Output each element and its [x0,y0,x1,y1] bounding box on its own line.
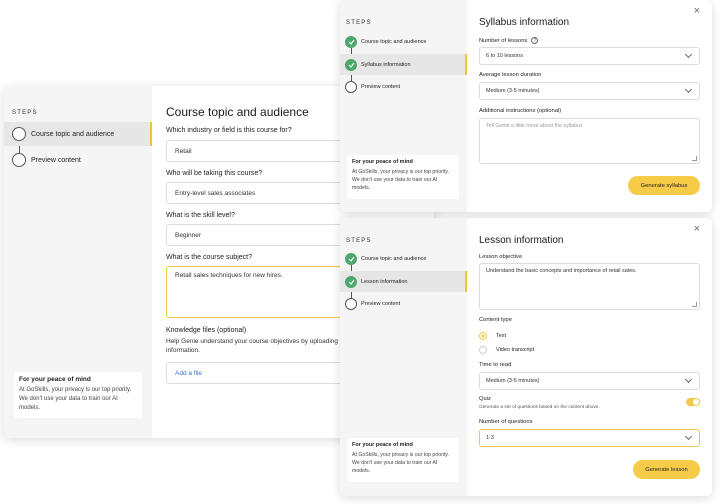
knowledge-help-2: information. [166,347,200,354]
privacy-notice: For your peace of mind At GoSkills, your… [347,155,459,199]
step-label: Lesson information [361,278,408,285]
audience-label: Who will be taking this course? [166,170,263,177]
time-label: Time to read [479,362,512,368]
quiz-toggle[interactable] [686,398,700,406]
lessons-select[interactable]: 6 to 10 lessons [479,47,700,65]
page-title: Course topic and audience [166,105,309,119]
content-type-text-option[interactable]: Text [479,332,506,340]
time-select[interactable]: Medium (3-5 minutes) [479,372,700,390]
step-label: Syllabus information [361,61,411,68]
step-label: Course topic and audience [31,130,115,138]
subject-label: What is the course subject? [166,254,252,261]
skill-value: Beginner [175,231,202,239]
step-lesson-information[interactable]: Lesson information [340,271,467,292]
chevron-down-icon [684,85,693,94]
skill-label: What is the skill level? [166,212,235,219]
resize-handle-icon[interactable] [692,156,697,161]
audience-value: Entry-level sales associates [175,189,256,197]
step-circle-icon [345,298,357,310]
step-course-topic[interactable]: Course topic and audience [4,122,152,146]
content-type-video-label: Video transcript [496,347,535,353]
info-icon[interactable]: ? [531,37,539,44]
quiz-help: Generate a set of questions based on the… [479,405,600,410]
privacy-title: For your peace of mind [19,376,91,383]
instructions-textarea[interactable]: Tell Genie a little more about the sylla… [479,118,700,164]
step-circle-icon [12,127,26,141]
objective-textarea[interactable]: Understand the basic concepts and import… [479,263,700,310]
check-icon [345,275,357,288]
content-type-text-label: Text [496,333,507,339]
step-label: Preview content [361,301,401,307]
lesson-form: × Lesson information Lesson objective Un… [467,218,712,496]
check-icon [345,58,357,71]
questions-select[interactable]: 1-3 [479,429,700,447]
steps-heading: STEPS [346,20,372,26]
privacy-notice: For your peace of mind At GoSkills, your… [14,372,142,418]
syllabus-card: STEPS Course topic and audience Syllabus… [340,0,712,212]
instructions-label: Additional instructions (optional) [479,108,562,114]
quiz-label: Quiz [479,396,491,402]
industry-label: Which industry or field is this course f… [166,127,292,134]
step-label: Preview content [361,84,401,90]
close-icon[interactable]: × [694,223,700,235]
knowledge-help: Help Genie understand your course object… [166,338,338,345]
questions-value: 1-3 [486,435,494,441]
radio-unselected-icon [479,346,487,354]
duration-label: Average lesson duration [479,72,542,78]
page-title: Syllabus information [479,17,570,28]
syllabus-form: × Syllabus information Number of lessons… [467,0,712,212]
instructions-placeholder: Tell Genie a little more about the sylla… [486,123,583,129]
add-file-link: Add a file [175,369,203,377]
generate-syllabus-button[interactable]: Generate syllabus [628,176,700,195]
steps-sidebar: STEPS Course topic and audience Preview … [4,86,152,438]
generate-lesson-button[interactable]: Generate lesson [633,460,700,479]
check-icon [345,253,357,265]
questions-label: Number of questions [479,419,533,425]
subject-value: Retail sales techniques for new hires. [175,272,283,279]
step-label: Course topic and audience [361,256,427,262]
step-label: Course topic and audience [361,39,427,45]
steps-sidebar: STEPS Course topic and audience Syllabus… [340,0,467,212]
objective-label: Lesson objective [479,254,523,260]
step-circle-icon [12,153,26,167]
step-preview-content[interactable]: Preview content [4,148,152,172]
chevron-down-icon [684,432,693,441]
step-preview-content[interactable]: Preview content [340,295,467,313]
objective-value: Understand the basic concepts and import… [486,268,637,274]
duration-select[interactable]: Medium (3-5 minutes) [479,82,700,100]
privacy-notice: For your peace of mind At GoSkills, your… [347,438,459,482]
content-type-video-option[interactable]: Video transcript [479,346,534,354]
duration-value: Medium (3-5 minutes) [486,88,540,94]
time-value: Medium (3-5 minutes) [486,378,540,384]
content-type-label: Content type [479,317,512,323]
step-course-topic[interactable]: Course topic and audience [340,33,467,51]
knowledge-label: Knowledge files (optional) [166,327,247,334]
privacy-body: At GoSkills, your privacy is our top pri… [352,452,450,474]
industry-value: Retail [175,147,192,155]
check-icon [345,36,357,48]
close-icon[interactable]: × [694,5,700,17]
step-syllabus-information[interactable]: Syllabus information [340,54,467,75]
chevron-down-icon [684,50,693,59]
privacy-title: For your peace of mind [352,159,413,165]
step-course-topic[interactable]: Course topic and audience [340,250,467,268]
lessons-value: 6 to 10 lessons [486,53,523,59]
radio-selected-icon [479,332,487,340]
step-preview-content[interactable]: Preview content [340,78,467,96]
page-title: Lesson information [479,235,564,246]
lessons-label-row: Number of lessons ? [479,37,539,44]
privacy-title: For your peace of mind [352,442,413,448]
steps-heading: STEPS [12,110,38,116]
steps-heading: STEPS [346,238,372,244]
step-circle-icon [345,81,357,93]
privacy-body: At GoSkills, your privacy is our top pri… [19,387,132,411]
step-label: Preview content [31,156,81,164]
lessons-label: Number of lessons [479,37,528,44]
chevron-down-icon [684,375,693,384]
steps-sidebar: STEPS Course topic and audience Lesson i… [340,218,467,496]
privacy-body: At GoSkills, your privacy is our top pri… [352,169,450,191]
lesson-card: STEPS Course topic and audience Lesson i… [340,218,712,496]
resize-handle-icon[interactable] [692,302,697,307]
